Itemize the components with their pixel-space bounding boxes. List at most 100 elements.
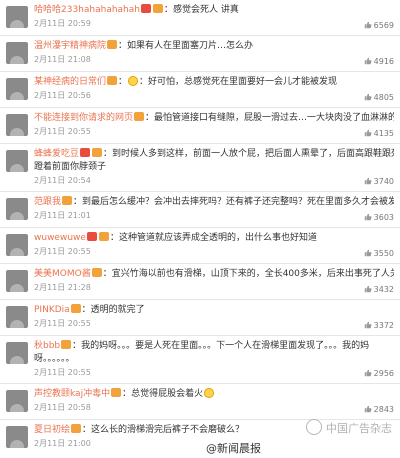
- thumb-up-icon: [364, 57, 372, 65]
- member-badge-icon: [111, 388, 122, 397]
- comment-time: 2月11日 20:55: [34, 319, 91, 328]
- username[interactable]: PINKDia: [34, 305, 70, 315]
- vip-badge-icon: [86, 232, 97, 241]
- member-badge-icon: [152, 4, 163, 13]
- like-count: 4916: [373, 57, 394, 66]
- thumb-up-icon: [364, 285, 372, 293]
- like-count: 3372: [373, 321, 394, 330]
- thumb-up-icon: [364, 405, 372, 413]
- like-count: 6569: [373, 21, 394, 30]
- avatar[interactable]: [6, 234, 28, 256]
- emoji-icon: [204, 388, 215, 398]
- comment-text: ：好可怕，总感觉死在里面要好一会儿才能被发现: [139, 77, 338, 87]
- laughing-emoji-icon: [128, 76, 139, 86]
- comment-time: 2月11日 20:58: [34, 403, 91, 412]
- like-count: 4805: [373, 93, 394, 102]
- member-badge-icon: [98, 232, 109, 241]
- thumb-up-icon: [364, 93, 372, 101]
- comment-item: 某神经病的日常们：：好可怕，总感觉死在里面要好一会儿才能被发现 2月11日 20…: [0, 72, 400, 108]
- comment-item: PINKDia ：透明的就完了 2月11日 20:55 3372: [0, 300, 400, 336]
- like-button[interactable]: 4916: [364, 57, 394, 66]
- username[interactable]: 秋bbb: [34, 341, 60, 351]
- vip-badge-icon: [140, 4, 151, 13]
- thumb-up-icon: [364, 321, 372, 329]
- like-button[interactable]: 4135: [364, 129, 394, 138]
- member-badge-icon: [70, 304, 81, 313]
- comment-text: ：到最后怎么缓冲？会冲出去摔死吗？还有裤子还完整吗？死在里面多久才会被发现？: [73, 197, 394, 207]
- comment-time: 2月11日 21:01: [34, 211, 91, 220]
- like-count: 3550: [373, 249, 394, 258]
- comment-time: 2月11日 20:55: [34, 247, 91, 256]
- like-button[interactable]: 2843: [364, 405, 394, 414]
- avatar[interactable]: [6, 78, 28, 100]
- username[interactable]: 某神经病的日常们: [34, 77, 106, 87]
- avatar[interactable]: [6, 306, 28, 328]
- username[interactable]: wuwewuwe: [34, 233, 86, 243]
- like-button[interactable]: 3432: [364, 285, 394, 294]
- thumb-up-icon: [364, 249, 372, 257]
- member-badge-icon: [107, 76, 118, 85]
- member-badge-icon: [61, 340, 72, 349]
- member-badge-icon: [92, 148, 103, 157]
- comment-item: 秋bbb ：我的妈呀。。。要是人死在里面。。。下一个人在滑梯里面发现了。。。我的妈…: [0, 336, 400, 384]
- member-badge-icon: [107, 40, 118, 49]
- member-badge-icon: [91, 268, 102, 277]
- avatar[interactable]: [6, 42, 28, 64]
- username[interactable]: 温州瀑宇精神病院: [34, 41, 106, 51]
- vip-badge-icon: [80, 148, 91, 157]
- username[interactable]: 声控教颐kaj冲毒中: [34, 389, 110, 399]
- thumb-up-icon: [364, 213, 372, 221]
- comment-text: ：总觉得屁股会着火: [122, 389, 204, 399]
- comment-text-continued: 呀。。。。。。: [34, 354, 75, 364]
- avatar[interactable]: [6, 198, 28, 220]
- like-button[interactable]: 3372: [364, 321, 394, 330]
- comment-text: ：最怕管道接口有缝隙，屁股一滑过去…一大块肉没了血淋淋的: [145, 113, 394, 123]
- comment-item: 不能连接到你请求的网页 ：最怕管道接口有缝隙，屁股一滑过去…一大块肉没了血淋淋的 …: [0, 108, 400, 144]
- username[interactable]: 范跟我: [34, 197, 61, 207]
- like-count: 4135: [373, 129, 394, 138]
- avatar[interactable]: [6, 270, 28, 292]
- comment-text: ：我的妈呀。。。要是人死在里面。。。下一个人在滑梯里面发现了。。。我的妈: [72, 341, 370, 351]
- comment-time: 2月11日 20:55: [34, 368, 91, 377]
- like-count: 2956: [373, 369, 394, 378]
- thumb-up-icon: [364, 129, 372, 137]
- comment-text: ：到时候人多到这样，前面一人放个屁，把后面人熏晕了，后面高跟鞋跟死命: [103, 149, 394, 159]
- thumb-up-icon: [364, 21, 372, 29]
- username[interactable]: 夏日初绘: [34, 425, 70, 435]
- member-badge-icon: [134, 112, 145, 121]
- avatar[interactable]: [6, 342, 28, 364]
- comment-text: ：这种管道就应该弄成全透明的，出什么事也好知道: [109, 233, 317, 243]
- like-count: 2843: [373, 405, 394, 414]
- like-button[interactable]: 3740: [364, 177, 394, 186]
- avatar[interactable]: [6, 6, 28, 28]
- comment-item: 范跟我 ：到最后怎么缓冲？会冲出去摔死吗？还有裤子还完整吗？死在里面多久才会被发现…: [0, 192, 400, 228]
- like-button[interactable]: 3550: [364, 249, 394, 258]
- username[interactable]: 哈哈哈233hahahahahah: [34, 5, 140, 15]
- comment-item: 蜂蜂爱吃豆 ：到时候人多到这样，前面一人放个屁，把后面人熏晕了，后面高跟鞋跟死命 …: [0, 144, 400, 192]
- comment-text: ：宜兴竹海以前也有滑梯，山顶下来的，全长400多米，后来出事死了人关闭了。: [102, 269, 394, 279]
- like-count: 3432: [373, 285, 394, 294]
- comment-text: ：透明的就完了: [81, 305, 145, 315]
- comment-time: 2月11日 21:08: [34, 55, 91, 64]
- avatar[interactable]: [6, 150, 28, 172]
- avatar[interactable]: [6, 426, 28, 448]
- like-button[interactable]: 3603: [364, 213, 394, 222]
- footer-handle: @新闻晨报: [206, 442, 261, 455]
- like-count: 3740: [373, 177, 394, 186]
- like-button[interactable]: 2956: [364, 369, 394, 378]
- comment-time: 2月11日 20:55: [34, 127, 91, 136]
- comment-time: 2月11日 20:59: [34, 19, 91, 28]
- watermark: 中国广告杂志: [306, 419, 392, 436]
- comment-text: ：如果有人在里面塞刀片…怎么办: [118, 41, 254, 51]
- username[interactable]: 不能连接到你请求的网页: [34, 113, 133, 123]
- avatar[interactable]: [6, 390, 28, 412]
- comment-time: 2月11日 20:56: [34, 91, 91, 100]
- like-button[interactable]: 6569: [364, 21, 394, 30]
- comment-text: ：这么长的滑梯滑完后裤子不会磨破么？: [82, 425, 245, 435]
- comment-text: ：感觉会死人 讲真: [163, 5, 239, 15]
- username[interactable]: 美美MOMO酱: [34, 269, 91, 279]
- like-count: 3603: [373, 213, 394, 222]
- avatar[interactable]: [6, 114, 28, 136]
- like-button[interactable]: 4805: [364, 93, 394, 102]
- username[interactable]: 蜂蜂爱吃豆: [34, 149, 79, 159]
